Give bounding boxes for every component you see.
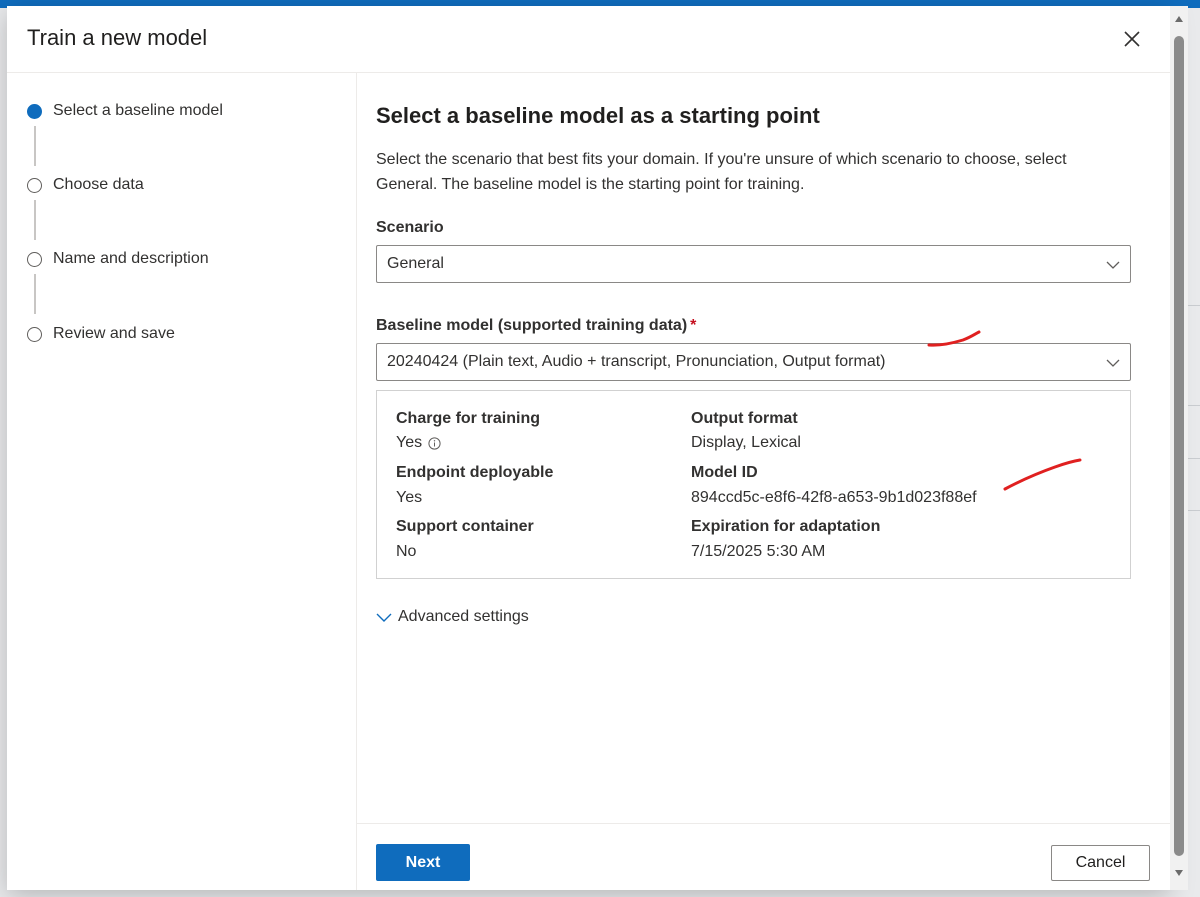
step-connector	[34, 274, 36, 314]
step-connector	[34, 126, 36, 166]
expiration-value: 7/15/2025 5:30 AM	[691, 543, 826, 560]
baseline-model-selected-value: 20240424 (Plain text, Audio + transcript…	[387, 353, 886, 370]
advanced-settings-toggle[interactable]: Advanced settings	[376, 605, 529, 629]
scenario-label: Scenario	[376, 219, 444, 236]
chevron-down-icon	[376, 613, 392, 622]
content-title: Select a baseline model as a starting po…	[376, 103, 820, 128]
info-icon[interactable]	[428, 436, 441, 450]
step-name-description[interactable]: Name and description	[27, 247, 209, 271]
step-review-save[interactable]: Review and save	[27, 322, 175, 346]
baseline-model-details: Charge for training Yes Output format Di…	[376, 390, 1131, 579]
step-connector	[34, 200, 36, 240]
scroll-down-arrow-icon[interactable]	[1174, 868, 1184, 878]
dialog-header: Train a new model	[7, 6, 1170, 73]
charge-value: Yes	[396, 434, 441, 452]
step-choose-data[interactable]: Choose data	[27, 173, 144, 197]
scenario-dropdown[interactable]: General	[376, 245, 1131, 283]
output-format-label: Output format	[691, 410, 798, 427]
expiration-label: Expiration for adaptation	[691, 518, 881, 535]
cancel-button[interactable]: Cancel	[1051, 845, 1150, 881]
endpoint-deployable-label: Endpoint deployable	[396, 464, 554, 481]
output-format-value: Display, Lexical	[691, 434, 801, 451]
step-label: Name and description	[53, 250, 209, 267]
step-label: Select a baseline model	[53, 102, 223, 119]
close-icon	[1124, 31, 1140, 47]
chevron-down-icon	[1106, 359, 1120, 367]
advanced-settings-label: Advanced settings	[398, 608, 529, 625]
chevron-down-icon	[1106, 261, 1120, 269]
scrollbar-thumb[interactable]	[1174, 36, 1184, 856]
model-id-value: 894ccd5c-e8f6-42f8-a653-9b1d023f88ef	[691, 489, 977, 506]
dialog-title: Train a new model	[27, 25, 208, 50]
vertical-scrollbar[interactable]	[1170, 6, 1188, 890]
model-id-label: Model ID	[691, 464, 758, 481]
scenario-selected-value: General	[387, 255, 444, 272]
support-container-value: No	[396, 543, 417, 560]
scroll-up-arrow-icon[interactable]	[1174, 14, 1184, 24]
support-container-label: Support container	[396, 518, 534, 535]
next-button[interactable]: Next	[376, 844, 470, 881]
baseline-model-label-text: Baseline model (supported training data)	[376, 317, 688, 334]
charge-value-text: Yes	[396, 434, 423, 451]
step-label: Review and save	[53, 325, 175, 342]
step-pending-dot-icon	[27, 326, 42, 342]
baseline-model-label: Baseline model (supported training data)…	[376, 317, 696, 335]
step-active-dot-icon	[27, 103, 42, 119]
step-pending-dot-icon	[27, 177, 42, 193]
step-select-baseline[interactable]: Select a baseline model	[27, 99, 223, 123]
charge-label: Charge for training	[396, 410, 541, 427]
endpoint-deployable-value: Yes	[396, 489, 423, 506]
close-button[interactable]	[1120, 27, 1144, 51]
baseline-model-dropdown[interactable]: 20240424 (Plain text, Audio + transcript…	[376, 343, 1131, 381]
step-label: Choose data	[53, 176, 144, 193]
step-pending-dot-icon	[27, 251, 42, 267]
wizard-stepper: Select a baseline model Choose data Name…	[7, 73, 357, 890]
content-description: Select the scenario that best fits your …	[376, 151, 1067, 193]
train-model-dialog: Train a new model Select a baseline mode…	[7, 6, 1170, 890]
dialog-footer: Next Cancel	[357, 823, 1170, 890]
required-mark: *	[690, 317, 697, 334]
